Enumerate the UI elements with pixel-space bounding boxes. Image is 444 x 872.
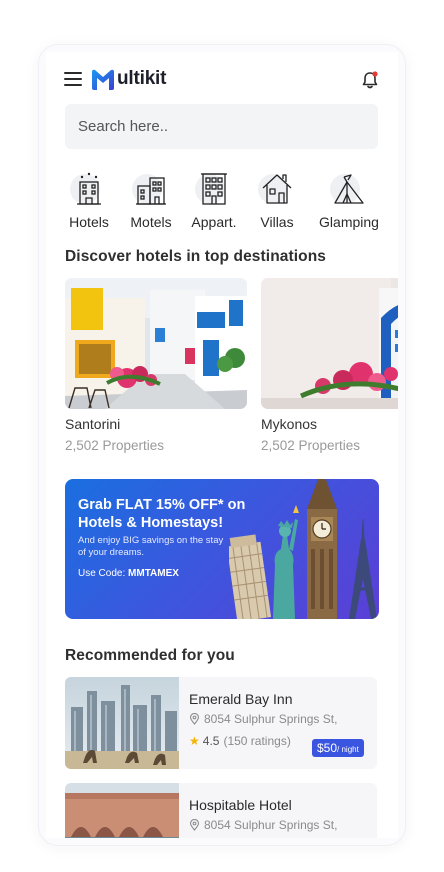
notification-dot <box>372 71 378 77</box>
app-screen: ultikit Hot <box>46 52 398 838</box>
hotel-address-text: 8054 Sulphur Springs St, <box>204 712 338 726</box>
hotel-photo <box>65 783 179 838</box>
category-apartments[interactable]: Appart. <box>179 170 249 230</box>
category-motels[interactable]: Motels <box>116 170 186 230</box>
promo-subtitle: And enjoy BIG savings on the stay of you… <box>78 535 224 558</box>
menu-icon[interactable] <box>64 72 84 86</box>
hotel-name: Emerald Bay Inn <box>189 691 293 707</box>
hotel-building-icon <box>77 172 101 205</box>
category-label: Villas <box>260 214 294 230</box>
category-list: Hotels Motels Appart. Villas Glamping <box>64 170 384 234</box>
notification-bell-icon[interactable] <box>360 70 380 90</box>
category-label: Hotels <box>69 214 109 230</box>
recommended-card[interactable]: Hospitable Hotel 8054 Sulphur Springs St… <box>65 783 377 838</box>
destination-name: Santorini <box>65 416 121 432</box>
hotel-address: 8054 Sulphur Springs St, <box>189 818 337 832</box>
recommended-heading: Recommended for you <box>65 647 235 664</box>
hotel-address: 8054 Sulphur Springs St, <box>189 712 337 726</box>
destination-name: Mykonos <box>261 416 318 432</box>
search-input[interactable] <box>65 104 378 149</box>
promo-code-value: MMTAMEX <box>128 568 179 579</box>
villa-house-icon <box>262 174 292 204</box>
category-glamping[interactable]: Glamping <box>314 170 384 230</box>
destination-card[interactable]: Santorini 2,502 Properties <box>65 278 247 453</box>
hotel-address-text: 8054 Sulphur Springs St, <box>204 818 338 832</box>
logo-mark-icon <box>92 69 114 90</box>
category-hotels[interactable]: Hotels <box>54 170 124 230</box>
price-value: $50 <box>317 741 338 755</box>
destination-card[interactable]: Mykonos 2,502 Properties <box>261 278 398 453</box>
destinations-heading: Discover hotels in top destinations <box>65 248 327 265</box>
star-icon: ★ <box>189 734 200 748</box>
rating-count: (150 ratings) <box>223 734 291 748</box>
santorini-photo <box>65 278 247 409</box>
promo-code: Use Code: MMTAMEX <box>78 568 179 579</box>
price-unit: / night <box>337 745 359 754</box>
location-pin-icon <box>189 819 200 831</box>
hotel-rating: ★ 4.5 (150 ratings) <box>189 734 291 748</box>
hotel-name: Hospitable Hotel <box>189 797 292 813</box>
category-label: Appart. <box>191 214 237 230</box>
hotel-photo <box>65 677 179 769</box>
destination-count: 2,502 Properties <box>65 438 165 453</box>
tent-icon <box>334 174 364 204</box>
category-villas[interactable]: Villas <box>242 170 312 230</box>
promo-code-label: Use Code: <box>78 568 126 579</box>
mykonos-photo <box>261 278 398 409</box>
promo-banner[interactable]: Grab FLAT 15% OFF* on Hotels & Homestays… <box>65 479 379 619</box>
apartment-building-icon <box>201 173 227 205</box>
location-pin-icon <box>189 713 200 725</box>
recommended-card[interactable]: Emerald Bay Inn 8054 Sulphur Springs St,… <box>65 677 377 769</box>
rating-value: 4.5 <box>202 734 220 748</box>
landmarks-illustration <box>229 479 377 619</box>
logo-text: ultikit <box>117 68 167 89</box>
motel-building-icon <box>136 177 166 205</box>
category-label: Glamping <box>319 214 379 230</box>
destination-count: 2,502 Properties <box>261 438 361 453</box>
app-logo: ultikit <box>90 66 166 92</box>
category-label: Motels <box>130 214 172 230</box>
price-badge: $50/ night <box>312 739 364 757</box>
